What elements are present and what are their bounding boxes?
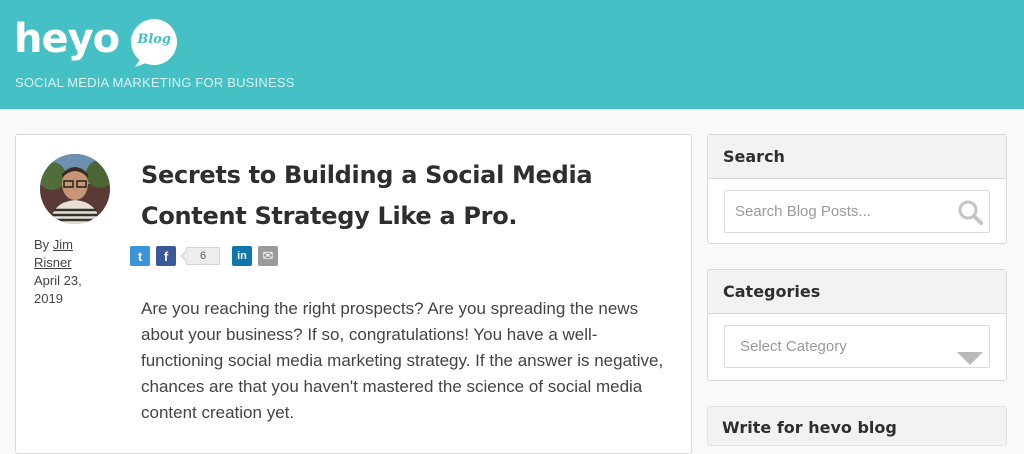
- search-input[interactable]: Search Blog Posts...: [724, 190, 990, 233]
- post-title[interactable]: Secrets to Building a Social Media Conte…: [141, 155, 621, 237]
- site-tagline: SOCIAL MEDIA MARKETING FOR BUSINESS: [15, 75, 295, 90]
- twitter-share-button[interactable]: t: [130, 246, 150, 266]
- search-placeholder: Search Blog Posts...: [735, 203, 871, 220]
- post-date: April 23, 2019: [34, 273, 82, 306]
- email-share-button[interactable]: ✉: [258, 246, 278, 266]
- facebook-share-count: 6: [180, 247, 220, 265]
- logo-wordmark: heyo: [14, 16, 120, 62]
- facebook-icon: f: [163, 248, 169, 264]
- search-widget-title: Search: [708, 135, 1006, 179]
- chevron-down-icon: [957, 341, 983, 382]
- blog-bubble-icon: Blog: [129, 18, 179, 67]
- linkedin-share-button[interactable]: in: [232, 246, 252, 266]
- by-label: By: [34, 237, 50, 252]
- facebook-share-button[interactable]: f: [156, 246, 176, 266]
- category-selected-value: Select Category: [740, 338, 847, 355]
- twitter-icon: t: [137, 248, 143, 264]
- site-logo[interactable]: heyo Blog: [14, 16, 179, 67]
- email-icon: ✉: [262, 248, 274, 263]
- search-icon[interactable]: [957, 199, 983, 241]
- author-avatar[interactable]: [40, 154, 110, 224]
- category-select[interactable]: Select Category: [724, 325, 990, 368]
- post-byline: By Jim Risner April 23, 2019: [34, 236, 104, 308]
- search-widget: Search Search Blog Posts...: [707, 134, 1007, 244]
- categories-widget: Categories Select Category: [707, 269, 1007, 381]
- categories-widget-title: Categories: [708, 270, 1006, 314]
- share-bar: t f 6 in ✉: [130, 246, 284, 266]
- linkedin-icon: in: [237, 250, 247, 262]
- post-card: By Jim Risner April 23, 2019 Secrets to …: [15, 134, 692, 454]
- post-excerpt: Are you reaching the right prospects? Ar…: [141, 299, 664, 422]
- site-header: heyo Blog SOCIAL MEDIA MARKETING FOR BUS…: [0, 0, 1024, 109]
- blog-badge-text: Blog: [137, 32, 172, 47]
- write-for-blog-widget-title: Write for hevo blog: [707, 406, 1007, 446]
